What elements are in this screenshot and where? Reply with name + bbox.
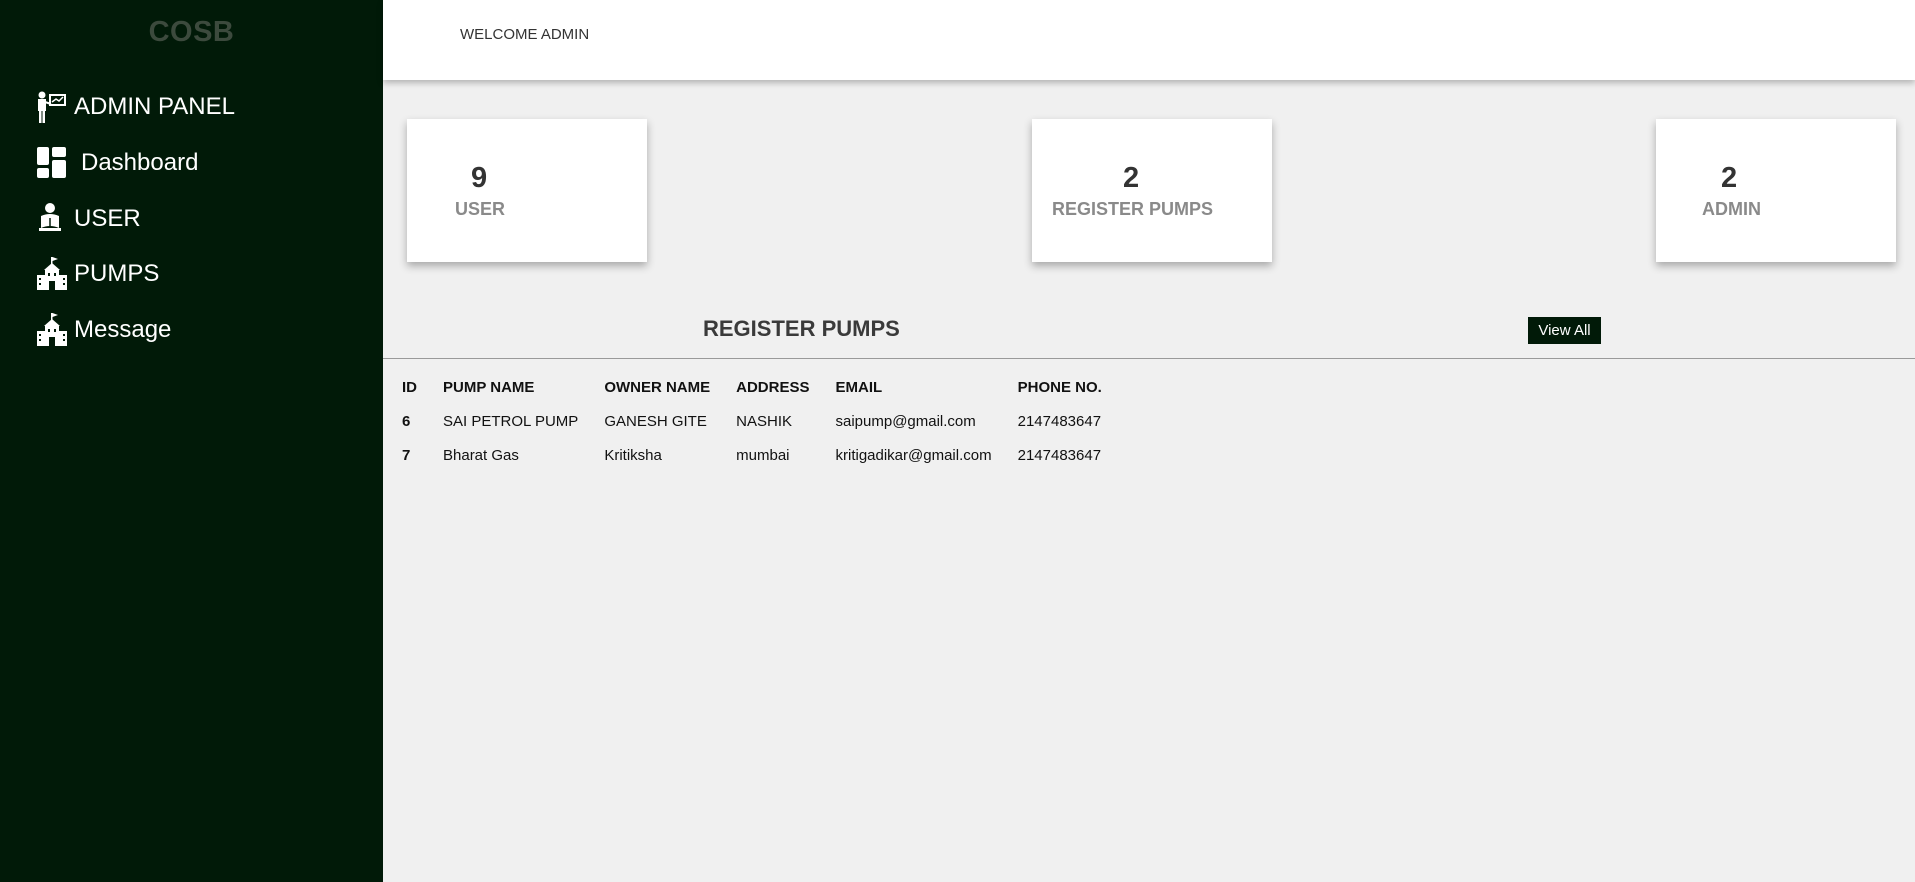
column-header-pump-name: PUMP NAME	[443, 378, 535, 396]
divider	[383, 358, 1915, 359]
sidebar-item-admin-panel[interactable]: ADMIN PANEL	[36, 87, 235, 127]
pumps-table: ID PUMP NAME OWNER NAME ADDRESS EMAIL PH…	[392, 370, 1118, 472]
cell-phone: 2147483647	[1017, 446, 1102, 464]
column-header-owner-name: OWNER NAME	[604, 378, 711, 396]
table-row: 6 SAI PETROL PUMP GANESH GITE NASHIK sai…	[392, 404, 1118, 438]
stat-value: 2	[1123, 162, 1140, 194]
user-reading-icon	[36, 202, 68, 236]
section-title: REGISTER PUMPS	[703, 316, 900, 341]
column-header-id: ID	[402, 378, 417, 396]
table-row: 7 Bharat Gas Kritiksha mumbai kritigadik…	[392, 438, 1118, 472]
cell-address: NASHIK	[736, 412, 792, 430]
stat-label: REGISTER PUMPS	[1052, 199, 1214, 219]
top-bar: WELCOME ADMIN	[383, 0, 1915, 80]
stat-card-register-pumps: 2 REGISTER PUMPS	[1032, 119, 1272, 262]
stat-card-admin: 2 ADMIN	[1656, 119, 1896, 262]
view-all-button[interactable]: View All	[1528, 317, 1601, 344]
table-header-row: ID PUMP NAME OWNER NAME ADDRESS EMAIL PH…	[392, 370, 1118, 404]
dashboard-grid-icon	[36, 146, 68, 180]
presenter-icon	[36, 90, 68, 124]
building-icon	[36, 257, 68, 291]
sidebar-item-message[interactable]: Message	[36, 310, 171, 350]
cell-id: 7	[402, 446, 411, 464]
brand-logo: COSB	[148, 16, 235, 48]
cell-pump-name: Bharat Gas	[443, 446, 519, 464]
column-header-email: EMAIL	[835, 378, 883, 396]
sidebar-item-dashboard[interactable]: Dashboard	[36, 143, 198, 183]
sidebar-item-pumps[interactable]: PUMPS	[36, 254, 159, 294]
sidebar-item-user[interactable]: USER	[36, 199, 141, 239]
welcome-text: WELCOME ADMIN	[460, 26, 590, 43]
sidebar: COSB ADMIN PANEL Dashboard USER PUMPS Me…	[0, 0, 383, 882]
stat-card-users: 9 USER	[407, 119, 647, 262]
stat-label: USER	[455, 199, 506, 219]
cell-email: kritigadikar@gmail.com	[835, 446, 992, 464]
cell-owner-name: Kritiksha	[604, 446, 662, 464]
sidebar-item-label: PUMPS	[74, 260, 160, 287]
cell-pump-name: SAI PETROL PUMP	[443, 412, 579, 430]
sidebar-item-label: Dashboard	[81, 149, 199, 176]
sidebar-item-label: ADMIN PANEL	[74, 93, 235, 120]
column-header-phone: PHONE NO.	[1017, 378, 1102, 396]
column-header-address: ADDRESS	[736, 378, 810, 396]
stat-label: ADMIN	[1702, 199, 1761, 219]
cell-email: saipump@gmail.com	[835, 412, 976, 430]
sidebar-item-label: USER	[74, 205, 141, 232]
building-icon	[36, 313, 68, 347]
cell-address: mumbai	[736, 446, 790, 464]
cell-phone: 2147483647	[1017, 412, 1102, 430]
cell-id: 6	[402, 412, 411, 430]
sidebar-item-label: Message	[74, 316, 172, 343]
stat-value: 9	[471, 162, 488, 194]
cell-owner-name: GANESH GITE	[604, 412, 707, 430]
stat-value: 2	[1721, 162, 1738, 194]
